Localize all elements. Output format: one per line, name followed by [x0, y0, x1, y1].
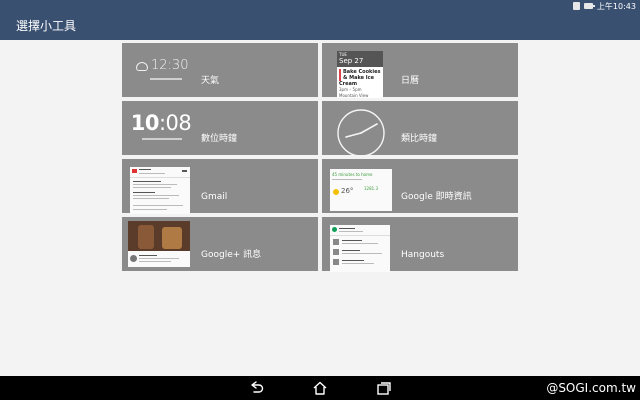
widget-tile-digital-clock[interactable]: 10:08 數位時鐘 [122, 101, 318, 155]
page-title: 選擇小工具 [16, 19, 77, 33]
google-plus-photo [128, 221, 190, 251]
widget-tile-analog-clock[interactable]: 類比時鐘 [322, 101, 518, 157]
widget-label-weather: 天氣 [201, 76, 220, 86]
widget-label-gmail: Gmail [201, 192, 228, 202]
avatar-icon [333, 259, 339, 265]
widget-tile-hangouts[interactable]: Hangouts [322, 217, 518, 272]
avatar-icon [333, 239, 339, 245]
digital-clock-date-line [142, 138, 182, 140]
back-icon[interactable] [247, 379, 265, 397]
action-bar: 選擇小工具 [0, 12, 640, 40]
home-icon[interactable] [311, 379, 329, 397]
avatar-icon [130, 255, 137, 262]
calendar-card: TUE Sep 27 Bake Cookies & Make Ice Cream… [337, 51, 383, 98]
widget-label-calendar: 日曆 [401, 76, 420, 86]
widget-tile-calendar[interactable]: TUE Sep 27 Bake Cookies & Make Ice Cream… [322, 43, 518, 98]
google-now-temp: 26° [341, 187, 354, 195]
gmail-card [130, 167, 190, 214]
weather-preview-line [150, 78, 182, 80]
widget-tile-gmail[interactable]: Gmail [122, 159, 318, 214]
gmail-preview [128, 163, 190, 214]
google-now-card: 45 minutes to home 26° 1281.3 [330, 169, 392, 211]
digital-clock-hours: 10 [130, 111, 160, 135]
hangouts-card [330, 225, 390, 272]
widget-tile-weather[interactable]: 12:30 天氣 [122, 43, 318, 97]
sun-icon [333, 189, 339, 195]
analog-clock-icon [337, 109, 385, 157]
widget-label-hangouts: Hangouts [401, 250, 445, 260]
recents-icon[interactable] [375, 379, 393, 397]
watermark: @SOGI.com.tw [546, 381, 636, 395]
battery-icon [583, 3, 595, 9]
google-now-preview: 45 minutes to home 26° 1281.3 [328, 163, 392, 211]
calendar-preview-location: Mountain View [339, 93, 369, 98]
calendar-preview-date: Sep 27 [339, 57, 364, 65]
gmail-logo-icon [132, 169, 137, 173]
hangouts-preview [328, 221, 390, 272]
hangouts-logo-icon [332, 227, 337, 232]
calendar-preview-event: Bake Cookies & Make Ice Cream [339, 69, 381, 87]
notification-icon [572, 2, 580, 10]
digital-clock-preview: 10:08 [128, 105, 192, 151]
digital-clock-minutes: 08 [165, 111, 192, 135]
widget-grid: 12:30 天氣 TUE Sep 27 Bake Cookies & Make … [0, 40, 640, 376]
navigation-bar: @SOGI.com.tw [0, 376, 640, 400]
cloud-icon [136, 62, 148, 71]
widget-label-google-now: Google 即時資訊 [401, 192, 472, 202]
status-time: 上午10:43 [596, 1, 636, 11]
status-bar: 上午10:43 [0, 0, 640, 12]
google-now-commute: 45 minutes to home [332, 172, 373, 177]
widget-label-google-plus: Google+ 訊息 [201, 250, 262, 260]
status-icons: 上午10:43 [572, 0, 636, 12]
analog-clock-preview [328, 105, 390, 157]
weather-preview-time: 12:30 [151, 58, 189, 73]
weather-preview: 12:30 [128, 47, 190, 93]
calendar-preview: TUE Sep 27 Bake Cookies & Make Ice Cream… [328, 47, 390, 98]
widget-label-digital-clock: 數位時鐘 [201, 134, 238, 144]
widget-tile-google-plus[interactable]: Google+ 訊息 [122, 217, 318, 271]
google-now-stock: 1281.3 [364, 186, 378, 191]
event-color-bar [339, 69, 341, 81]
avatar-icon [333, 249, 339, 255]
widget-label-analog-clock: 類比時鐘 [401, 134, 438, 144]
google-plus-preview [128, 221, 190, 267]
widget-tile-google-now[interactable]: 45 minutes to home 26° 1281.3 Google 即時資… [322, 159, 518, 213]
